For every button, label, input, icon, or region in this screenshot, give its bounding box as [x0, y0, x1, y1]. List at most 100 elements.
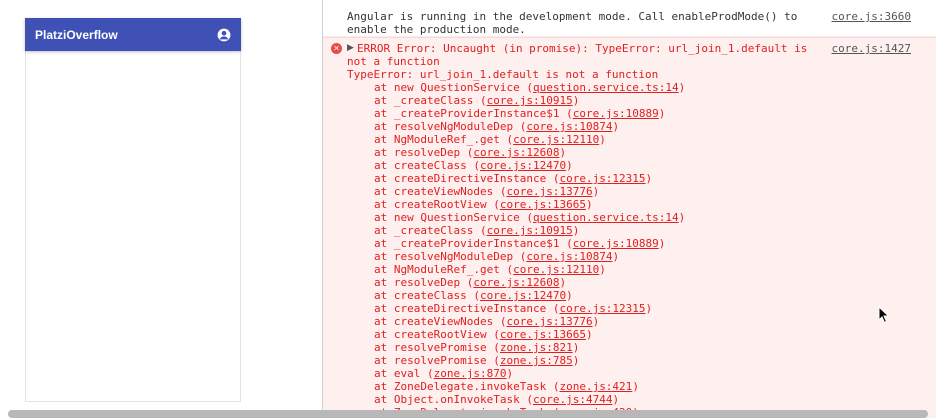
paren: ) — [585, 198, 593, 211]
paren: ( — [493, 315, 507, 328]
stack-frame-prefix: at — [374, 172, 394, 185]
paren: ) — [572, 94, 580, 107]
stack-frame-function: _createProviderInstance$1 — [393, 107, 560, 120]
stack-frame-function: new QuestionService — [393, 81, 520, 94]
paren: ( — [546, 302, 560, 315]
stack-frame-source-link[interactable]: core.js:13776 — [506, 185, 592, 198]
stack-frame-source-link[interactable]: core.js:10874 — [526, 250, 612, 263]
stack-frame-source-link[interactable]: core.js:12110 — [513, 133, 599, 146]
stack-frame-function: _createClass — [393, 224, 474, 237]
paren: ) — [645, 172, 653, 185]
stack-frame-source-link[interactable]: core.js:12470 — [480, 159, 566, 172]
stack-frame-prefix: at — [374, 341, 394, 354]
stack-frame-source-link[interactable]: zone.js:821 — [500, 341, 573, 354]
paren: ( — [420, 367, 434, 380]
paren: ( — [513, 120, 527, 133]
app-title[interactable]: PlatziOverflow — [35, 28, 118, 42]
stack-frame-source-link[interactable]: core.js:10915 — [487, 94, 573, 107]
stack-frame-source-link[interactable]: zone.js:785 — [500, 354, 573, 367]
paren: ) — [592, 185, 600, 198]
account-circle-icon[interactable] — [217, 28, 231, 42]
stack-frame-function: createViewNodes — [393, 315, 494, 328]
stack-frame: at _createProviderInstance$1 (core.js:10… — [347, 237, 807, 250]
stack-frame: at resolvePromise (zone.js:785) — [347, 354, 807, 367]
stack-frame-prefix: at — [374, 328, 394, 341]
stack-frame: at new QuestionService (question.service… — [347, 211, 807, 224]
error-icon: ✕ — [331, 43, 342, 54]
paren: ( — [519, 81, 533, 94]
stack-frame-source-link[interactable]: question.service.ts:14 — [533, 211, 679, 224]
stack-frame-function: createClass — [393, 289, 467, 302]
stack-frame: at resolveNgModuleDep (core.js:10874) — [347, 250, 807, 263]
paren: ) — [612, 120, 620, 133]
mouse-cursor-icon — [878, 306, 890, 324]
horizontal-scrollbar[interactable] — [8, 410, 928, 418]
stack-frame-prefix: at — [374, 237, 394, 250]
paren: ) — [599, 263, 606, 276]
stack-frame-source-link[interactable]: question.service.ts:14 — [533, 81, 679, 94]
paren: ( — [499, 133, 514, 146]
paren: ( — [473, 94, 487, 107]
stack-frame-prefix: at — [374, 380, 394, 393]
console-info-message: Angular is running in the development mo… — [323, 0, 936, 37]
stack-frame: at createDirectiveInstance (core.js:1231… — [347, 302, 807, 315]
stack-frame-source-link[interactable]: core.js:10889 — [573, 237, 659, 250]
stack-frame-source-link[interactable]: core.js:12110 — [513, 263, 599, 276]
stack-frame-source-link[interactable]: core.js:4744 — [533, 393, 612, 406]
paren: ) — [566, 289, 573, 302]
paren: ) — [559, 146, 567, 159]
app-card — [25, 18, 241, 402]
stack-frame: at createViewNodes (core.js:13776) — [347, 315, 807, 328]
stack-frame: at createClass (core.js:12470) — [347, 159, 807, 172]
paren: ) — [559, 276, 567, 289]
stack-frame-prefix: at — [374, 133, 394, 146]
stack-frame-source-link[interactable]: core.js:10874 — [526, 120, 612, 133]
paren: ( — [499, 263, 514, 276]
stack-frame: at resolvePromise (zone.js:821) — [347, 341, 807, 354]
paren: ( — [546, 172, 560, 185]
stack-frame-function: resolvePromise — [393, 354, 487, 367]
error-source-link[interactable]: core.js:1427 — [832, 42, 911, 55]
stack-frame: at createRootView (core.js:13665) — [347, 198, 807, 211]
stack-frame-source-link[interactable]: core.js:10915 — [487, 224, 573, 237]
paren: ) — [572, 224, 580, 237]
paren: ( — [519, 211, 533, 224]
paren: ( — [546, 380, 560, 393]
stack-frame-source-link[interactable]: core.js:13665 — [500, 198, 586, 211]
stack-frame: at createViewNodes (core.js:13776) — [347, 185, 807, 198]
stack-frame-function: createRootView — [393, 328, 487, 341]
stack-frame-source-link[interactable]: core.js:12608 — [473, 146, 559, 159]
stack-frame-function: resolveDep — [393, 146, 461, 159]
stack-frame-source-link[interactable]: zone.js:870 — [434, 367, 507, 380]
stack-frame-source-link[interactable]: core.js:13665 — [500, 328, 586, 341]
stack-frame-function: _createProviderInstance$1 — [393, 237, 560, 250]
error-line: not a function — [347, 55, 440, 68]
stack-frame-prefix: at — [374, 107, 394, 120]
stack-frame-function: createClass — [393, 159, 467, 172]
stack-frame-source-link[interactable]: core.js:10889 — [573, 107, 659, 120]
info-source-link[interactable]: core.js:3660 — [832, 10, 911, 23]
stack-frame-source-link[interactable]: zone.js:421 — [559, 380, 632, 393]
stack-frame-source-link[interactable]: core.js:12470 — [480, 289, 566, 302]
paren: ) — [645, 302, 653, 315]
stack-frame-function: resolveNgModuleDep — [393, 250, 514, 263]
stack-frame-function: NgModuleRef_.get — [393, 263, 500, 276]
stack-frame-prefix: at — [374, 302, 394, 315]
paren: ( — [519, 393, 533, 406]
stack-frame-prefix: at — [374, 81, 394, 94]
stack-frame-prefix: at — [374, 211, 394, 224]
stack-frame: at resolveDep (core.js:12608) — [347, 276, 807, 289]
paren: ) — [599, 133, 606, 146]
stack-frame-source-link[interactable]: core.js:12315 — [559, 172, 645, 185]
paren: ) — [658, 107, 666, 120]
stack-frame: at NgModuleRef_.get (core.js:12110) — [347, 263, 807, 276]
stack-frame-source-link[interactable]: core.js:13776 — [506, 315, 592, 328]
paren: ( — [466, 159, 480, 172]
stack-frame-function: _createClass — [393, 94, 474, 107]
paren: ( — [460, 146, 474, 159]
info-message-text: Angular is running in the development mo… — [347, 10, 798, 36]
stack-frame-source-link[interactable]: core.js:12608 — [473, 276, 559, 289]
error-line: ERROR Error: Uncaught (in promise): Type… — [357, 42, 808, 55]
stack-frame-source-link[interactable]: core.js:12315 — [559, 302, 645, 315]
paren: ( — [559, 237, 573, 250]
